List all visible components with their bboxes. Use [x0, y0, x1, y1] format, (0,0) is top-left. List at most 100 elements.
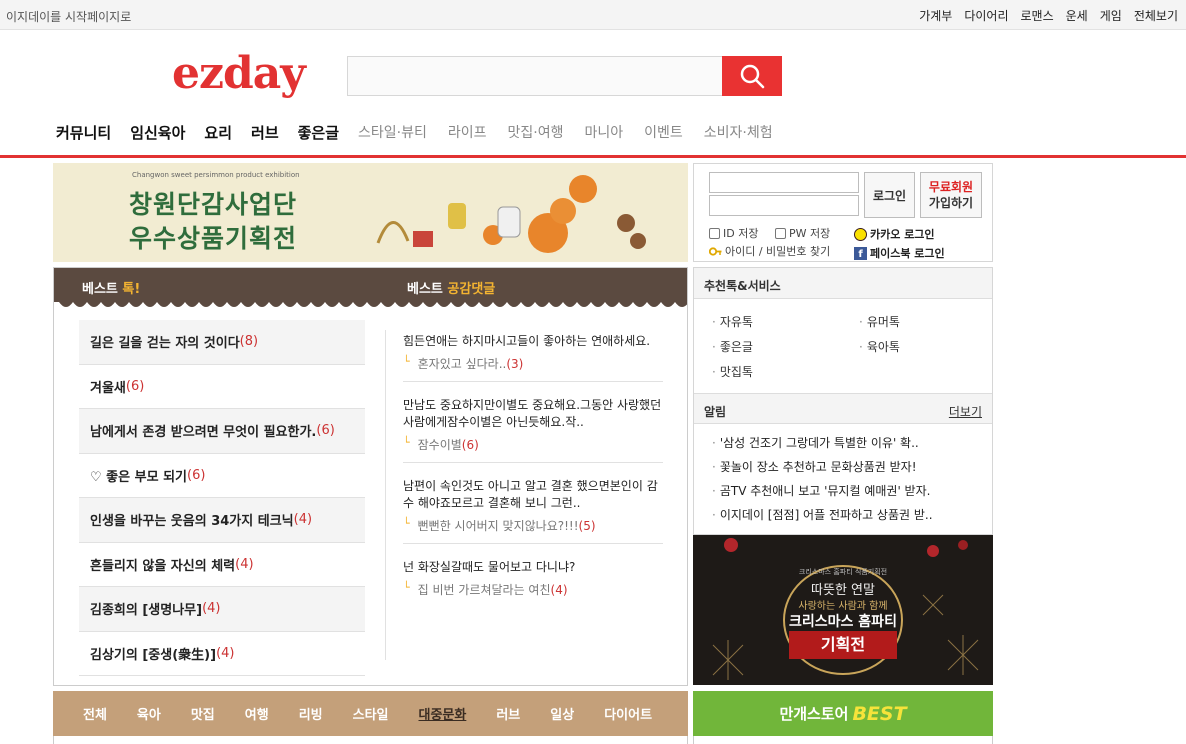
- banner-subtitle: Changwon sweet persimmon product exhibit…: [132, 171, 300, 179]
- top-link-diary[interactable]: 다이어리: [964, 7, 1008, 24]
- facebook-login-label: 페이스북 로그인: [870, 247, 945, 260]
- nav-life[interactable]: 라이프: [448, 122, 487, 143]
- tab-restaurant[interactable]: 맛집: [191, 704, 215, 723]
- top-link-game[interactable]: 게임: [1100, 7, 1122, 24]
- list-item[interactable]: 힘든연애는 하지마시고들이 좋아하는 연애하세요. └ 혼자있고 싶다라..(3): [403, 328, 663, 382]
- set-start-page-link[interactable]: 이지데이를 시작페이지로: [6, 8, 131, 25]
- list-item[interactable]: 남편이 속인것도 아니고 알고 결혼 했으면본인이 감수 해야죠모르고 결혼해 …: [403, 473, 663, 544]
- login-button[interactable]: 로그인: [864, 172, 915, 218]
- reply-count: (4): [550, 583, 568, 597]
- nav-divider: [0, 155, 1186, 158]
- list-item[interactable]: 길은 길을 걷는 자의 것이다 (8): [79, 320, 365, 365]
- nav-love[interactable]: 러브: [251, 122, 279, 143]
- tab-living[interactable]: 리빙: [299, 704, 323, 723]
- best-talk-title-a: 베스트: [82, 282, 118, 297]
- site-logo[interactable]: ezday: [172, 48, 306, 99]
- list-item[interactable]: 만남도 중요하지만이별도 중요해요.그동안 사랑했던사람에게잠수이별은 아닌듯해…: [403, 392, 663, 463]
- save-pw-label: PW 저장: [789, 227, 831, 240]
- join-label-line2: 가입하기: [928, 196, 974, 210]
- save-pw-checkbox[interactable]: PW 저장: [775, 225, 830, 241]
- tab-all[interactable]: 전체: [83, 704, 107, 723]
- nav-cooking[interactable]: 요리: [204, 122, 232, 143]
- christmas-banner[interactable]: 크리스마스 홈파티 식품기획전 따뜻한 연말 사랑하는 사람과 함께 크리스마스…: [693, 535, 993, 685]
- find-account-label: 아이디 / 비밀번호 찾기: [725, 245, 831, 258]
- top-link-fortune[interactable]: 운세: [1066, 7, 1088, 24]
- nav-good-writing[interactable]: 좋은글: [298, 122, 339, 143]
- talk-count: (4): [293, 512, 313, 528]
- xmas-top-text: 크리스마스 홈파티 식품기획전: [798, 568, 888, 576]
- nav-style-beauty[interactable]: 스타일·뷰티: [358, 122, 427, 143]
- talk-count: (4): [202, 601, 221, 617]
- reply-source: └ 혼자있고 싶다라..(3): [403, 355, 663, 372]
- reply-post-title: 잠수이별: [417, 438, 462, 452]
- list-item[interactable]: ♡ 좋은 부모 되기 (6): [79, 454, 365, 498]
- store-name: 만개스토어: [779, 705, 849, 723]
- list-item[interactable]: · 이지데이 [점점] 어플 전파하고 상품권 받..: [712, 503, 974, 527]
- save-id-label: ID 저장: [723, 227, 759, 240]
- notice-more-link[interactable]: 더보기: [949, 403, 982, 419]
- list-item[interactable]: 인생을 바꾸는 웃음의 34가지 테크닉 (4): [79, 498, 365, 543]
- find-account-link[interactable]: 아이디 / 비밀번호 찾기: [709, 243, 830, 259]
- nav-mania[interactable]: 마니아: [585, 122, 624, 143]
- password-input[interactable]: [709, 195, 859, 216]
- top-link-all[interactable]: 전체보기: [1134, 7, 1178, 24]
- service-link-free-talk[interactable]: · 자유톡: [712, 313, 753, 330]
- tab-daily[interactable]: 일상: [550, 704, 574, 723]
- reply-source: └ 잠수이별(6): [403, 436, 663, 453]
- list-item[interactable]: 김상기의 [중생(衆生)] (4): [79, 632, 365, 676]
- search-button[interactable]: [722, 56, 782, 96]
- nav-restaurant-travel[interactable]: 맛집·여행: [508, 122, 564, 143]
- list-item[interactable]: 겨울새 (6): [79, 365, 365, 409]
- tab-pop-culture[interactable]: 대중문화: [419, 704, 467, 723]
- persimmon-illustration: [376, 175, 646, 253]
- reply-text: 힘든연애는 하지마시고들이 좋아하는 연애하세요.: [403, 334, 651, 348]
- user-id-input[interactable]: [709, 172, 859, 193]
- talk-count: (4): [235, 556, 254, 572]
- tab-travel[interactable]: 여행: [245, 704, 269, 723]
- service-link-restaurant-talk[interactable]: · 맛집톡: [712, 363, 753, 380]
- top-link-romance[interactable]: 로맨스: [1021, 7, 1054, 24]
- list-item[interactable]: 흔들리지 않을 자신의 체력 (4): [79, 543, 365, 587]
- scallop-border: [54, 298, 687, 307]
- tab-love[interactable]: 러브: [496, 704, 520, 723]
- join-button[interactable]: 무료회원 가입하기: [920, 172, 982, 218]
- talk-count: (6): [316, 423, 335, 439]
- nav-consumer-experience[interactable]: 소비자·체험: [704, 122, 773, 143]
- top-link-household[interactable]: 가계부: [919, 7, 952, 24]
- talk-title: 흔들리지 않을 자신의 체력: [90, 558, 236, 574]
- talk-title: 인생을 바꾸는 웃음의 34가지 테크닉: [90, 514, 294, 530]
- list-item[interactable]: 김종희의 [생명나무] (4): [79, 587, 365, 632]
- list-item[interactable]: 넌 화장실갈때도 물어보고 다니냐? └ 집 비번 가르쳐달라는 여친(4): [403, 554, 663, 607]
- reply-post-title: 혼자있고 싶다라..: [417, 357, 507, 371]
- reply-source: └ 뻔뻔한 시어버지 맞지않나요?!!!(5): [403, 517, 663, 534]
- reply-count: (3): [506, 357, 524, 371]
- save-id-checkbox[interactable]: ID 저장: [709, 225, 758, 241]
- service-link-humor-talk[interactable]: · 유머톡: [859, 313, 900, 330]
- search-input[interactable]: [347, 56, 723, 96]
- service-title: 추천톡&서비스: [704, 279, 781, 293]
- service-links: · 자유톡 · 유머톡 · 좋은글 · 육아톡 · 맛집톡: [694, 299, 992, 393]
- list-item[interactable]: · 곰TV 추천애니 보고 '뮤지컬 예매권' 받자.: [712, 479, 974, 503]
- tab-style[interactable]: 스타일: [353, 704, 389, 723]
- list-item[interactable]: · 꽃놀이 장소 추천하고 문화상품권 받자!: [712, 455, 974, 479]
- facebook-login-button[interactable]: f 페이스북 로그인: [854, 245, 945, 261]
- tab-parenting[interactable]: 육아: [137, 704, 161, 723]
- kakao-login-button[interactable]: 카카오 로그인: [854, 226, 935, 242]
- reply-source: └ 집 비번 가르쳐달라는 여친(4): [403, 581, 663, 598]
- reply-count: (6): [461, 438, 479, 452]
- promo-banner[interactable]: Changwon sweet persimmon product exhibit…: [53, 163, 688, 262]
- service-link-parenting-talk[interactable]: · 육아톡: [859, 338, 900, 355]
- reply-text: 만남도 중요하지만이별도 중요해요.그동안 사랑했던사람에게잠수이별은 아닌듯해…: [403, 398, 662, 429]
- store-best-banner[interactable]: 만개스토어 BEST: [693, 691, 993, 736]
- list-item[interactable]: · '삼성 건조기 그랑데가 특별한 이유' 확..: [712, 431, 974, 455]
- talk-count: (6): [125, 378, 145, 394]
- list-item[interactable]: 남에게서 존경 받으려면 무엇이 필요한가. (6): [79, 409, 365, 454]
- nav-event[interactable]: 이벤트: [644, 122, 683, 143]
- service-header: 추천톡&서비스: [694, 268, 992, 299]
- search-bar: [347, 56, 782, 96]
- nav-pregnancy-parenting[interactable]: 임신육아: [130, 122, 185, 143]
- talk-title: 남에게서 존경 받으려면 무엇이 필요한가.: [90, 425, 317, 441]
- nav-community[interactable]: 커뮤니티: [56, 122, 111, 143]
- service-link-good-writing[interactable]: · 좋은글: [712, 338, 753, 355]
- tab-diet[interactable]: 다이어트: [604, 704, 652, 723]
